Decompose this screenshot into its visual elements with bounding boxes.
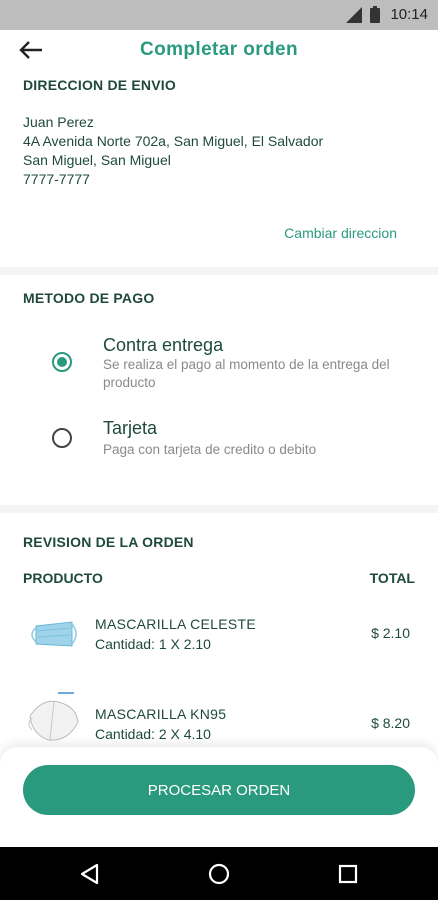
footer-panel: PROCESAR ORDEN <box>0 747 438 847</box>
recipient-name: Juan Perez <box>23 114 94 130</box>
payment-section-title: METODO DE PAGO <box>23 290 155 306</box>
blue-mask-image <box>31 621 77 647</box>
battery-icon <box>370 6 380 23</box>
radio-selected[interactable] <box>52 352 72 372</box>
payment-card: METODO DE PAGO Contra entrega Se realiza… <box>0 275 438 505</box>
kn95-mask-image <box>28 692 79 741</box>
payment-option-name: Contra entrega <box>103 335 224 355</box>
process-order-button[interactable]: PROCESAR ORDEN <box>23 765 415 815</box>
payment-option-name: Tarjeta <box>103 418 158 438</box>
app-bar: Completar orden <box>0 30 438 70</box>
signal-icon <box>346 7 362 23</box>
shipping-card: DIRECCION DE ENVIO Juan Perez 4A Avenida… <box>0 70 438 267</box>
product-quantity: Cantidad: 1 X 2.10 <box>95 636 211 652</box>
status-time: 10:14 <box>390 6 428 23</box>
system-nav-bar <box>0 847 438 900</box>
change-address-link[interactable]: Cambiar direccion <box>284 225 397 241</box>
product-price: $ 8.20 <box>371 715 410 731</box>
phone-number: 7777-7777 <box>23 171 90 187</box>
address-line: 4A Avenida Norte 702a, San Miguel, El Sa… <box>23 133 324 149</box>
payment-option-description: Se realiza el pago al momento de la entr… <box>103 357 390 390</box>
order-item: MASCARILLA CELESTE Cantidad: 1 X 2.10 $ … <box>0 596 438 676</box>
nav-home-icon[interactable] <box>206 861 232 887</box>
review-section-title: REVISION DE LA ORDEN <box>23 534 194 550</box>
status-bar: 10:14 <box>0 0 438 30</box>
product-name: MASCARILLA KN95 <box>95 706 227 722</box>
column-header-product: PRODUCTO <box>23 570 103 586</box>
product-price: $ 2.10 <box>371 625 410 641</box>
radio-unselected[interactable] <box>52 428 72 448</box>
shipping-address: Juan Perez 4A Avenida Norte 702a, San Mi… <box>23 113 323 189</box>
address-city: San Miguel, San Miguel <box>23 152 171 168</box>
product-quantity: Cantidad: 2 X 4.10 <box>95 726 211 742</box>
nav-recents-icon[interactable] <box>335 861 361 887</box>
page-title: Completar orden <box>139 39 299 60</box>
payment-option-description: Paga con tarjeta de credito o debito <box>103 442 317 457</box>
shipping-section-title: DIRECCION DE ENVIO <box>23 77 176 93</box>
column-header-total: TOTAL <box>369 570 415 586</box>
nav-back-icon[interactable] <box>77 861 103 887</box>
product-name: MASCARILLA CELESTE <box>95 616 257 632</box>
